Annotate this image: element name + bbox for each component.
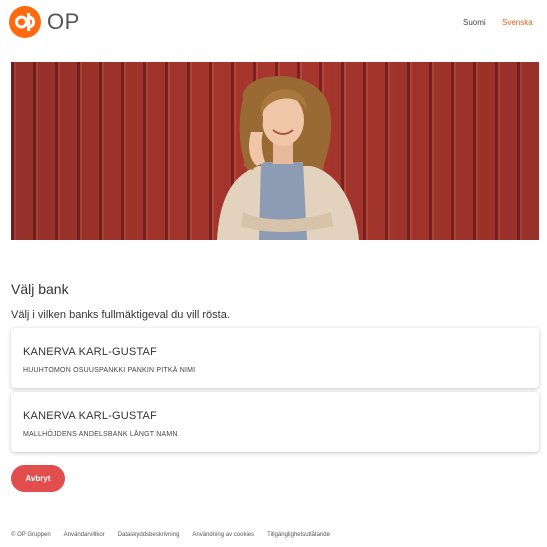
op-logo-icon: [9, 6, 41, 38]
hero-photo-illustration: [11, 62, 539, 240]
header: OP Suomi Svenska: [0, 0, 547, 48]
footer-link-accessibility[interactable]: Tillgänglighetsutlåtande: [267, 532, 330, 538]
footer-link-cookies[interactable]: Användning av cookies: [192, 532, 254, 538]
bank-option-bank-name: MALLHÖJDENS ANDELSBANK LÅNGT NAMN: [23, 431, 178, 438]
footer-link-terms[interactable]: Användarvillkor: [64, 532, 105, 538]
page-subtitle: Välj i vilken banks fullmäktigeval du vi…: [11, 309, 230, 321]
bank-option-bank-name: HUUHTOMON OSUUSPANKKI PANKIN PITKÄ NIMI: [23, 367, 196, 374]
bank-option-person-name: KANERVA KARL-GUSTAF: [23, 346, 158, 358]
footer-link-privacy[interactable]: Dataskyddsbeskrivning: [118, 532, 180, 538]
footer: © OP Gruppen Användarvillkor Dataskyddsb…: [11, 532, 343, 538]
footer-copyright: © OP Gruppen: [11, 532, 51, 538]
logo-text: OP: [47, 9, 80, 34]
bank-option-card[interactable]: KANERVA KARL-GUSTAF HUUHTOMON OSUUSPANKK…: [11, 328, 539, 388]
hero-image: [11, 62, 539, 240]
language-link-swedish[interactable]: Svenska: [502, 18, 533, 27]
bank-option-person-name: KANERVA KARL-GUSTAF: [23, 410, 158, 422]
op-logo[interactable]: OP: [9, 6, 80, 38]
language-link-finnish[interactable]: Suomi: [463, 18, 486, 27]
cancel-button[interactable]: Avbryt: [11, 465, 65, 492]
page-title: Välj bank: [11, 281, 69, 297]
bank-option-card[interactable]: KANERVA KARL-GUSTAF MALLHÖJDENS ANDELSBA…: [11, 392, 539, 452]
